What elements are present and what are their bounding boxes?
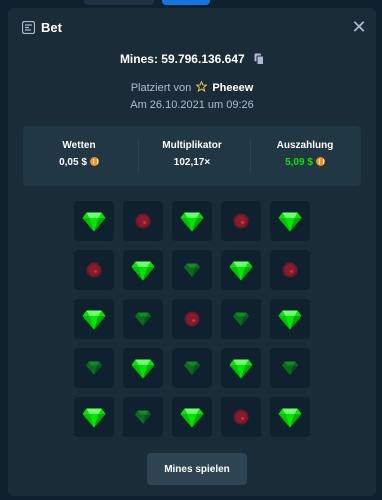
bet-date: Am 26.10.2021 um 09:26	[130, 99, 254, 111]
gem-faded-icon	[135, 312, 151, 326]
placed-by: Platziert von Pheeew	[8, 81, 376, 94]
mine-icon	[86, 262, 102, 278]
gem-icon	[82, 212, 106, 232]
background-tab	[84, 0, 154, 5]
grid-tile[interactable]	[123, 299, 163, 339]
stat-label: Multiplikator	[162, 140, 222, 151]
grid-tile[interactable]	[74, 397, 114, 437]
background-tabs	[0, 0, 382, 6]
grid-tile[interactable]	[221, 250, 261, 290]
grid-tile[interactable]	[221, 397, 261, 437]
stat-payout: Auszahlung 5,09 $	[249, 126, 361, 186]
grid-tile[interactable]	[172, 348, 212, 388]
username-link[interactable]: Pheeew	[212, 82, 253, 94]
gem-icon	[180, 212, 204, 232]
gem-icon	[229, 261, 253, 281]
grid-tile[interactable]	[74, 250, 114, 290]
grid-tile[interactable]	[221, 299, 261, 339]
placed-by-label: Platziert von	[130, 82, 192, 94]
grid-tile[interactable]	[270, 299, 310, 339]
gem-icon	[278, 408, 302, 428]
gem-icon	[278, 212, 302, 232]
mine-icon	[282, 262, 298, 278]
gem-faded-icon	[86, 361, 102, 375]
grid-tile[interactable]	[172, 201, 212, 241]
copy-icon[interactable]	[254, 53, 265, 65]
stat-value: 102,17×	[173, 157, 211, 168]
gem-icon	[131, 261, 155, 281]
grid-tile[interactable]	[270, 201, 310, 241]
play-mines-button[interactable]: Mines spielen	[147, 453, 247, 485]
gem-icon	[82, 408, 106, 428]
grid-tile[interactable]	[123, 250, 163, 290]
gem-icon	[82, 310, 106, 330]
grid-tile[interactable]	[221, 348, 261, 388]
star-icon	[196, 81, 208, 92]
bet-slip-icon	[22, 21, 35, 34]
grid-tile[interactable]	[270, 250, 310, 290]
stat-value: 5,09 $	[249, 157, 361, 168]
stat-value: 0,05 $	[23, 157, 135, 168]
grid-tile[interactable]	[74, 348, 114, 388]
close-icon[interactable]: ✕	[350, 18, 368, 36]
mine-icon	[233, 213, 249, 229]
gem-faded-icon	[184, 361, 200, 375]
grid-tile[interactable]	[123, 201, 163, 241]
grid-tile[interactable]	[74, 299, 114, 339]
gem-icon	[131, 359, 155, 379]
mine-icon	[184, 311, 200, 327]
bet-id: Mines: 59.796.136.647	[8, 52, 376, 66]
grid-tile[interactable]	[123, 397, 163, 437]
stats-panel: Wetten 0,05 $ Multiplikator 102,17× Ausz…	[23, 126, 361, 186]
gem-icon	[278, 310, 302, 330]
gem-faded-icon	[282, 361, 298, 375]
coin-icon	[315, 157, 325, 166]
stat-label: Auszahlung	[276, 140, 334, 151]
grid-tile[interactable]	[74, 201, 114, 241]
gem-icon	[229, 359, 253, 379]
background-tab-active	[162, 0, 210, 5]
coin-icon	[89, 157, 99, 166]
bet-modal: Bet ✕ Mines: 59.796.136.647 Platziert vo…	[8, 8, 376, 496]
stat-label: Wetten	[62, 140, 96, 151]
bet-id-text: Mines: 59.796.136.647	[119, 52, 245, 66]
modal-title: Bet	[41, 20, 62, 35]
grid-tile[interactable]	[270, 397, 310, 437]
grid-tile[interactable]	[123, 348, 163, 388]
modal-header: Bet ✕	[8, 8, 376, 48]
grid-tile[interactable]	[172, 397, 212, 437]
stat-multiplier: Multiplikator 102,17×	[136, 126, 248, 186]
grid-tile[interactable]	[270, 348, 310, 388]
stat-bet: Wetten 0,05 $	[23, 126, 135, 186]
mine-icon	[233, 409, 249, 425]
grid-tile[interactable]	[172, 250, 212, 290]
gem-faded-icon	[233, 312, 249, 326]
mine-icon	[135, 213, 151, 229]
grid-tile[interactable]	[172, 299, 212, 339]
gem-faded-icon	[135, 410, 151, 424]
grid-tile[interactable]	[221, 201, 261, 241]
gem-faded-icon	[184, 263, 200, 277]
gem-icon	[180, 408, 204, 428]
